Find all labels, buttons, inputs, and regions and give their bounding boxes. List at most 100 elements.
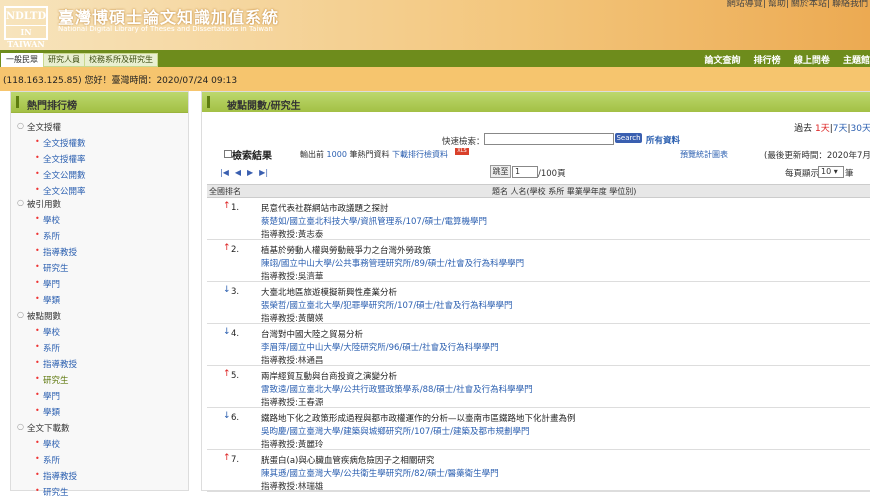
last-update: (最後更新時間：2020年7月23 bbox=[764, 151, 870, 161]
sidebar-item[interactable]: 系所 bbox=[35, 454, 60, 466]
top-link-contact[interactable]: 聯絡我們 bbox=[832, 0, 868, 9]
advisor-info: 指導教授:林瑞雄 bbox=[261, 482, 324, 492]
col-rank: 全國排名 bbox=[209, 187, 241, 196]
ndltd-logo[interactable]: NDLTD IN TAIWAN bbox=[4, 6, 48, 49]
sidebar-item[interactable]: 研究生 bbox=[35, 262, 68, 274]
table-row: ↓ 3. 大臺北地區旅遊模擬新興性產業分析 張榮哲/國立臺北大學/犯罪學研究所/107… bbox=[207, 281, 870, 324]
ranking-main: 被點閱數/研究生 過去 1天|7天|30天 快速檢索： Search 所有資料 … bbox=[201, 91, 870, 492]
rank-number: 7. bbox=[231, 455, 240, 465]
sidebar-item[interactable]: 指導教授 bbox=[35, 470, 77, 482]
sidebar-item[interactable]: 學校 bbox=[35, 438, 60, 450]
prev-page-icon[interactable]: ◀ bbox=[235, 168, 241, 177]
sidebar-item[interactable]: 學校 bbox=[35, 326, 60, 338]
sidebar-item[interactable]: 研究生 bbox=[35, 486, 68, 498]
sidebar-title: 熱門排行榜 bbox=[27, 101, 77, 112]
sidebar-item[interactable]: 學類 bbox=[35, 294, 60, 306]
ranking-sidebar: 熱門排行榜 全文授權 全文授權數 全文授權率 全文公開數 全文公開率 被引用數 … bbox=[10, 91, 189, 498]
per-page-label: 每頁顯示 bbox=[785, 169, 820, 179]
rank-up-arrow-icon: ↑ bbox=[223, 201, 231, 211]
top-link-help[interactable]: 幫助 bbox=[768, 0, 786, 9]
per-page-select[interactable]: 10 ▾ bbox=[818, 166, 844, 178]
tab-row: 一般民眾 研究人員 校務系所及研究生 論文查詢 排行榜 線上問卷 主題館 bbox=[0, 50, 870, 67]
thesis-title-link[interactable]: 民意代表社群網站市政議題之探討 bbox=[261, 202, 389, 214]
xls-icon[interactable]: XLS bbox=[455, 148, 469, 155]
results-title: 檢索結果 bbox=[232, 151, 272, 162]
rank-number: 3. bbox=[231, 287, 240, 297]
output-info: 輸出前 1000 筆熱門資料 bbox=[300, 150, 390, 159]
nav-thesis-search[interactable]: 論文查詢 bbox=[705, 56, 741, 66]
author-info-link[interactable]: 陳翊/國立中山大學/公共事務管理研究所/89/碩士/社會及行為科學學門 bbox=[261, 257, 524, 269]
sidebar-item[interactable]: 學門 bbox=[35, 278, 60, 290]
tab-school-dept[interactable]: 校務系所及研究生 bbox=[84, 53, 158, 67]
output-count[interactable]: 1000 bbox=[327, 150, 347, 159]
stat-chart-link[interactable]: 預覽統計圖表 bbox=[680, 149, 728, 160]
per-page-unit: 筆 bbox=[845, 169, 854, 179]
thesis-title-link[interactable]: 兩岸經貿互動與台商投資之演變分析 bbox=[261, 370, 397, 382]
rank-number: 1. bbox=[231, 203, 240, 213]
site-subtitle: National Digital Library of Theses and D… bbox=[58, 25, 273, 33]
next-page-icon[interactable]: ▶ bbox=[247, 168, 253, 177]
cat-fulltext-auth[interactable]: 全文授權 bbox=[17, 121, 61, 133]
period-30day[interactable]: 30天 bbox=[851, 124, 870, 134]
sidebar-item[interactable]: 指導教授 bbox=[35, 358, 77, 370]
author-info-link[interactable]: 張榮哲/國立臺北大學/犯罪學研究所/107/碩士/社會及行為科學學門 bbox=[261, 299, 513, 311]
thesis-title-link[interactable]: 鐵路地下化之政策形成過程與都市政權運作的分析—以臺南市區鐵路地下化計畫為例 bbox=[261, 412, 576, 424]
tab-public[interactable]: 一般民眾 bbox=[1, 53, 43, 67]
main-title: 被點閱數/研究生 bbox=[227, 101, 301, 112]
jump-button[interactable]: 跳至 bbox=[490, 165, 511, 178]
top-links: 網站導覽| 幫助| 關於本站| 聯絡我們 bbox=[726, 0, 868, 9]
rank-up-arrow-icon: ↑ bbox=[223, 369, 231, 379]
period-1day[interactable]: 1天 bbox=[815, 124, 830, 134]
nav-topic[interactable]: 主題館 bbox=[843, 56, 870, 66]
tab-researcher[interactable]: 研究人員 bbox=[43, 53, 85, 67]
sidebar-item[interactable]: 全文公開數 bbox=[35, 169, 85, 181]
sidebar-item[interactable]: 學校 bbox=[35, 214, 60, 226]
last-page-icon[interactable]: ▶| bbox=[259, 168, 268, 177]
nav-survey[interactable]: 線上問卷 bbox=[794, 56, 830, 66]
rank-number: 6. bbox=[231, 413, 240, 423]
site-header: NDLTD IN TAIWAN 臺灣博碩士論文知識加值系統 National D… bbox=[0, 0, 870, 50]
page-number-input[interactable]: 1 bbox=[512, 166, 538, 178]
table-row: ↑ 1. 民意代表社群網站市政議題之探討 蔡楚如/國立臺北科技大學/資訊管理系/107… bbox=[207, 197, 870, 240]
ip-bar: (118.163.125.85) 您好！臺灣時間：2020/07/24 09:1… bbox=[0, 67, 870, 91]
search-all-link[interactable]: 所有資料 bbox=[646, 134, 680, 146]
author-info-link[interactable]: 雷致遠/國立臺北大學/公共行政暨政策學系/88/碩士/社會及行為科學學門 bbox=[261, 383, 533, 395]
thesis-title-link[interactable]: 大臺北地區旅遊模擬新興性產業分析 bbox=[261, 286, 397, 298]
table-row: ↑ 2. 植基於勞動人權與勞動競爭力之台灣外勞政策 陳翊/國立中山大學/公共事務管理研… bbox=[207, 239, 870, 282]
cat-cited[interactable]: 被引用數 bbox=[17, 198, 61, 210]
sidebar-item[interactable]: 學類 bbox=[35, 406, 60, 418]
table-header: 全國排名 題名 人名(學校 系所 畢業學年度 學位別) bbox=[207, 184, 870, 198]
table-row: ↓ 6. 鐵路地下化之政策形成過程與都市政權運作的分析—以臺南市區鐵路地下化計畫為例… bbox=[207, 407, 870, 450]
sidebar-item[interactable]: 全文公開率 bbox=[35, 185, 85, 197]
sidebar-item[interactable]: 學門 bbox=[35, 390, 60, 402]
period-7day[interactable]: 7天 bbox=[833, 124, 848, 134]
download-ranking-link[interactable]: 下載排行檢資料 bbox=[392, 149, 448, 160]
sidebar-item-selected[interactable]: 研究生 bbox=[35, 374, 68, 386]
sidebar-item[interactable]: 全文授權數 bbox=[35, 137, 85, 149]
author-info-link[interactable]: 吳昀慶/國立臺灣大學/建築與城鄉研究所/107/碩士/建築及都市規劃學門 bbox=[261, 425, 530, 437]
rank-number: 5. bbox=[231, 371, 240, 381]
thesis-title-link[interactable]: 台灣對中國大陸之貿易分析 bbox=[261, 328, 363, 340]
rank-number: 4. bbox=[231, 329, 240, 339]
thesis-title-link[interactable]: 胱蛋白(a)與心臟血管疾病危險因子之相關研究 bbox=[261, 454, 434, 466]
sidebar-item[interactable]: 系所 bbox=[35, 230, 60, 242]
author-info-link[interactable]: 李眉萍/國立中山大學/大陸研究所/96/碩士/社會及行為科學學門 bbox=[261, 341, 499, 353]
quick-search-label: 快速檢索： bbox=[442, 137, 485, 147]
author-info-link[interactable]: 陳其遜/國立臺灣大學/公共衛生學研究所/82/碩士/醫藥衛生學門 bbox=[261, 467, 499, 479]
rank-down-arrow-icon: ↓ bbox=[223, 285, 231, 295]
search-button[interactable]: Search bbox=[615, 133, 642, 143]
nav-ranking[interactable]: 排行榜 bbox=[754, 56, 781, 66]
main-nav: 論文查詢 排行榜 線上問卷 主題館 bbox=[695, 53, 870, 66]
top-link-sitemap[interactable]: 網站導覽 bbox=[727, 0, 763, 9]
sidebar-item[interactable]: 指導教授 bbox=[35, 246, 77, 258]
author-info-link[interactable]: 蔡楚如/國立臺北科技大學/資訊管理系/107/碩士/電算機學門 bbox=[261, 215, 487, 227]
top-link-about[interactable]: 關於本站 bbox=[791, 0, 827, 9]
cat-viewed[interactable]: 被點閱數 bbox=[17, 310, 61, 322]
sidebar-item[interactable]: 全文授權率 bbox=[35, 153, 85, 165]
first-page-icon[interactable]: |◀ bbox=[220, 168, 229, 177]
sidebar-item[interactable]: 系所 bbox=[35, 342, 60, 354]
thesis-title-link[interactable]: 植基於勞動人權與勞動競爭力之台灣外勞政策 bbox=[261, 244, 431, 256]
quick-search-input[interactable] bbox=[484, 133, 614, 145]
header-bar-icon bbox=[16, 96, 19, 108]
cat-download[interactable]: 全文下載數 bbox=[17, 422, 69, 434]
